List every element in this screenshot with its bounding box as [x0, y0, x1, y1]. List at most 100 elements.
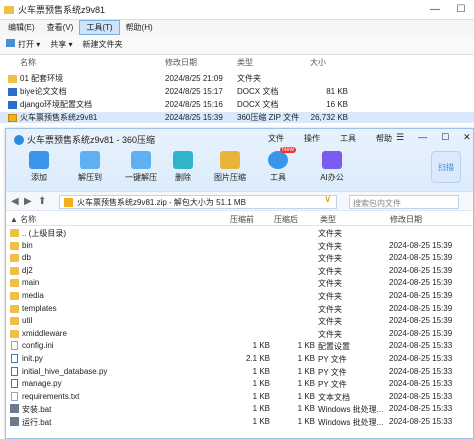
file-type: 文件夹 — [318, 266, 342, 276]
list-item[interactable]: 01 配套环境 2024/8/25 21:09 文件夹 — [0, 73, 474, 84]
table-row[interactable]: init.py 2.1 KB 1 KB PY 文件 2024-08-25 15:33 — [6, 353, 473, 366]
size-after: 1 KB — [297, 391, 315, 401]
file-icon — [11, 341, 18, 351]
table-row[interactable]: main 文件夹 2024-08-25 15:39 — [6, 277, 473, 290]
file-name: util — [22, 316, 33, 326]
address-field[interactable]: 火车票预售系统z9v81.zip - 解包大小为 51.1 MB — [59, 195, 337, 209]
new-folder-button[interactable]: 新建文件夹 — [83, 39, 123, 50]
window-controls: — ☐ — [422, 4, 474, 15]
zip-menu-help[interactable]: 帮助 — [376, 133, 392, 144]
one-click-extract-button[interactable]: 一键解压 — [121, 151, 161, 183]
batch-file-icon — [10, 417, 19, 426]
file-type: Windows 批处理... — [318, 405, 384, 415]
delete-button[interactable]: 删除 — [163, 151, 203, 183]
extract-to-button[interactable]: 解压到 — [70, 151, 110, 183]
table-row[interactable]: util 文件夹 2024-08-25 15:39 — [6, 315, 473, 328]
skin-icon[interactable]: ☰ — [396, 132, 404, 143]
chevron-down-icon[interactable]: ∨ — [324, 194, 331, 205]
image-compress-button[interactable]: 图片压缩 — [210, 151, 250, 183]
col-type[interactable]: 类型 — [237, 57, 253, 68]
table-row[interactable]: initial_hive_database.py 1 KB 1 KB PY 文件 202… — [6, 366, 473, 379]
modified-date: 2024-08-25 15:33 — [389, 379, 453, 389]
modified-date: 2024-08-25 15:39 — [389, 328, 453, 338]
minimize-icon[interactable]: — — [422, 4, 448, 15]
tools-icon — [268, 151, 288, 169]
open-icon — [6, 39, 15, 47]
modified-date: 2024-08-25 15:33 — [389, 366, 453, 376]
modified-date: 2024-08-25 15:39 — [389, 316, 453, 326]
modified-date: 2024-08-25 15:33 — [389, 354, 453, 363]
col-date[interactable]: 修改日期 — [390, 214, 422, 225]
modified-date: 2024-08-25 15:39 — [389, 240, 453, 250]
open-button[interactable]: 打开 ▾ — [6, 39, 40, 50]
minimize-icon[interactable]: — — [418, 132, 427, 143]
file-name: .. (上级目录) — [22, 229, 66, 238]
new-badge: New — [280, 147, 297, 153]
share-button[interactable]: 共享 ▾ — [50, 39, 72, 50]
list-item[interactable]: 火车票预售系统z9v81 2024/8/25 15:39 360压缩 ZIP 文… — [0, 112, 474, 123]
col-size[interactable]: 大小 — [310, 57, 355, 68]
forward-icon[interactable]: ▶ — [24, 196, 32, 207]
size-before: 1 KB — [252, 366, 270, 376]
zip-column-header: ▲ 名称 压缩前 压缩后 类型 修改日期 — [6, 212, 473, 226]
close-icon[interactable]: ✕ — [463, 132, 471, 143]
menu-edit[interactable]: 编辑(E) — [2, 21, 41, 34]
zip-titlebar: 火车票预售系统z9v81 - 360压缩 — [14, 133, 155, 146]
file-name: initial_hive_database.py — [22, 366, 108, 376]
col-after[interactable]: 压缩后 — [274, 214, 298, 225]
search-input[interactable]: 搜索包内文件 — [349, 195, 459, 209]
table-row[interactable]: media 文件夹 2024-08-25 15:39 — [6, 290, 473, 303]
col-name[interactable]: ▲ 名称 — [10, 214, 36, 225]
add-button[interactable]: 添加 — [19, 151, 59, 183]
extract-icon — [80, 151, 100, 169]
list-item[interactable]: biye论文文档 2024/8/25 15:17 DOCX 文档 81 KB — [0, 86, 474, 97]
modified-date: 2024-08-25 15:33 — [389, 417, 453, 426]
file-type: 文件夹 — [318, 279, 342, 289]
zip-menu-tools[interactable]: 工具 — [340, 133, 356, 144]
folder-icon — [10, 317, 19, 326]
zip-menu-operate[interactable]: 操作 — [304, 133, 320, 144]
menu-tools[interactable]: 工具(T) — [79, 20, 120, 35]
table-row[interactable]: templates 文件夹 2024-08-25 15:39 — [6, 303, 473, 316]
col-name[interactable]: 名称 — [20, 57, 36, 68]
size-after: 1 KB — [297, 366, 315, 376]
maximize-icon[interactable]: ☐ — [448, 4, 474, 15]
word-doc-icon — [8, 87, 17, 96]
explorer-titlebar: 火车票预售系统z9v81 — ☐ — [0, 0, 474, 20]
modified-date: 2024-08-25 15:39 — [389, 253, 453, 263]
up-level-icon[interactable]: ⬆ — [38, 196, 46, 207]
menu-help[interactable]: 帮助(H) — [120, 21, 159, 34]
col-type[interactable]: 类型 — [320, 214, 336, 225]
tools-button[interactable]: New 工具 — [258, 147, 298, 183]
zip-menubar: 文件 操作 工具 帮助 — [268, 133, 392, 144]
table-row[interactable]: manage.py 1 KB 1 KB PY 文件 2024-08-25 15:33 — [6, 378, 473, 391]
folder-icon — [10, 279, 19, 288]
table-row[interactable]: dj2 文件夹 2024-08-25 15:39 — [6, 265, 473, 278]
file-name: bin — [22, 240, 33, 250]
file-name: 运行.bat — [22, 418, 52, 427]
table-row[interactable]: db 文件夹 2024-08-25 15:39 — [6, 252, 473, 265]
table-row[interactable]: xmiddleware 文件夹 2024-08-25 15:39 — [6, 328, 473, 341]
explorer-menubar: 编辑(E) 查看(V) 工具(T) 帮助(H) — [0, 20, 474, 35]
scan-button[interactable]: 扫描 — [431, 151, 461, 183]
maximize-icon[interactable]: ☐ — [441, 132, 449, 143]
zip-archive-icon — [8, 113, 17, 122]
table-row[interactable]: requirements.txt 1 KB 1 KB 文本文档 2024-08-25 1… — [6, 391, 473, 404]
menu-view[interactable]: 查看(V) — [41, 21, 80, 34]
table-row[interactable]: .. (上级目录) 文件夹 — [6, 227, 473, 240]
list-item[interactable]: django环境配置文档 2024/8/25 15:16 DOCX 文档 16 … — [0, 99, 474, 110]
table-row[interactable]: bin 文件夹 2024-08-25 15:39 — [6, 240, 473, 253]
python-file-icon — [11, 366, 18, 376]
size-before: 1 KB — [252, 341, 270, 351]
back-icon[interactable]: ◀ — [11, 196, 19, 207]
modified-date: 2024-08-25 15:33 — [389, 391, 453, 401]
file-type: 文件夹 — [318, 241, 342, 251]
table-row[interactable]: 运行.bat 1 KB 1 KB Windows 批处理... 2024-08-25 1… — [6, 416, 473, 429]
modified-date: 2024-08-25 15:33 — [389, 404, 453, 414]
table-row[interactable]: 安装.bat 1 KB 1 KB Windows 批处理... 2024-08-25 1… — [6, 403, 473, 416]
col-before[interactable]: 压缩前 — [230, 214, 254, 225]
zip-menu-file[interactable]: 文件 — [268, 133, 284, 144]
col-date[interactable]: 修改日期 — [165, 57, 197, 68]
table-row[interactable]: config.ini 1 KB 1 KB 配置设置 2024-08-25 15:33 — [6, 340, 473, 353]
ai-office-button[interactable]: AI办公 — [312, 151, 352, 183]
